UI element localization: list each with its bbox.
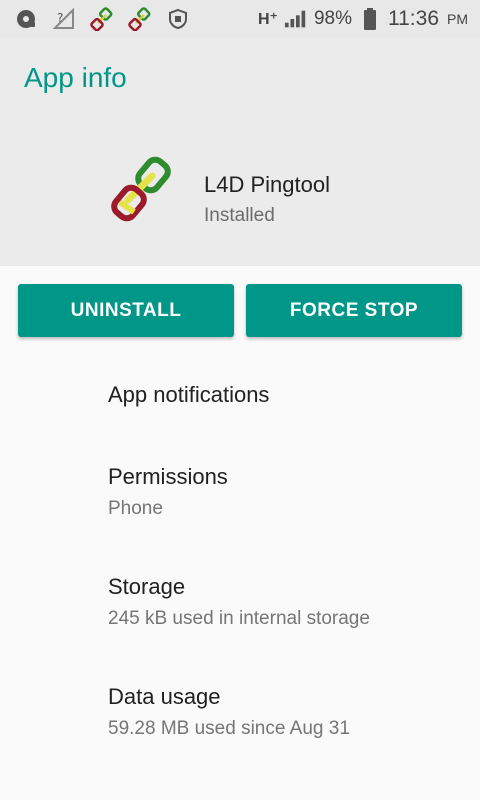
list-item-permissions[interactable]: Permissions Phone <box>108 464 468 520</box>
svg-text:?: ? <box>57 11 63 25</box>
list-item-title: Data usage <box>108 684 221 709</box>
list-item-title: Permissions <box>108 464 228 489</box>
list-item-storage[interactable]: Storage 245 kB used in internal storage <box>108 574 468 630</box>
status-bar: ? H⁺ 98% 11:36 PM <box>0 0 480 38</box>
clock: 11:36 <box>388 7 439 30</box>
pingtool-notification-icon <box>128 7 152 31</box>
list-item-title: App notifications <box>108 382 270 407</box>
no-sim-signal-icon: ? <box>52 7 76 31</box>
battery-percent: 98% <box>313 8 352 29</box>
force-stop-button[interactable]: FORCE STOP <box>246 284 462 337</box>
app-install-status: Installed <box>204 205 275 226</box>
shield-icon <box>166 7 190 31</box>
list-item-subtitle: Phone <box>108 498 163 519</box>
list-item-app-notifications[interactable]: App notifications <box>108 382 468 408</box>
clock-ampm: PM <box>447 11 468 27</box>
app-info-header: App info L4D Pingtool Installed <box>0 38 480 266</box>
pingtool-notification-icon <box>90 7 114 31</box>
battery-icon <box>358 7 382 31</box>
network-type-label: H⁺ <box>257 11 278 28</box>
disc-icon <box>14 7 38 31</box>
app-icon <box>108 156 176 224</box>
app-name: L4D Pingtool <box>204 172 330 197</box>
signal-bars-icon <box>284 7 308 31</box>
list-item-data-usage[interactable]: Data usage 59.28 MB used since Aug 31 <box>108 684 468 740</box>
page-title: App info <box>24 62 127 93</box>
uninstall-button[interactable]: UNINSTALL <box>18 284 234 337</box>
list-item-title: Storage <box>108 574 186 599</box>
list-item-subtitle: 245 kB used in internal storage <box>108 608 370 629</box>
list-item-subtitle: 59.28 MB used since Aug 31 <box>108 718 350 739</box>
